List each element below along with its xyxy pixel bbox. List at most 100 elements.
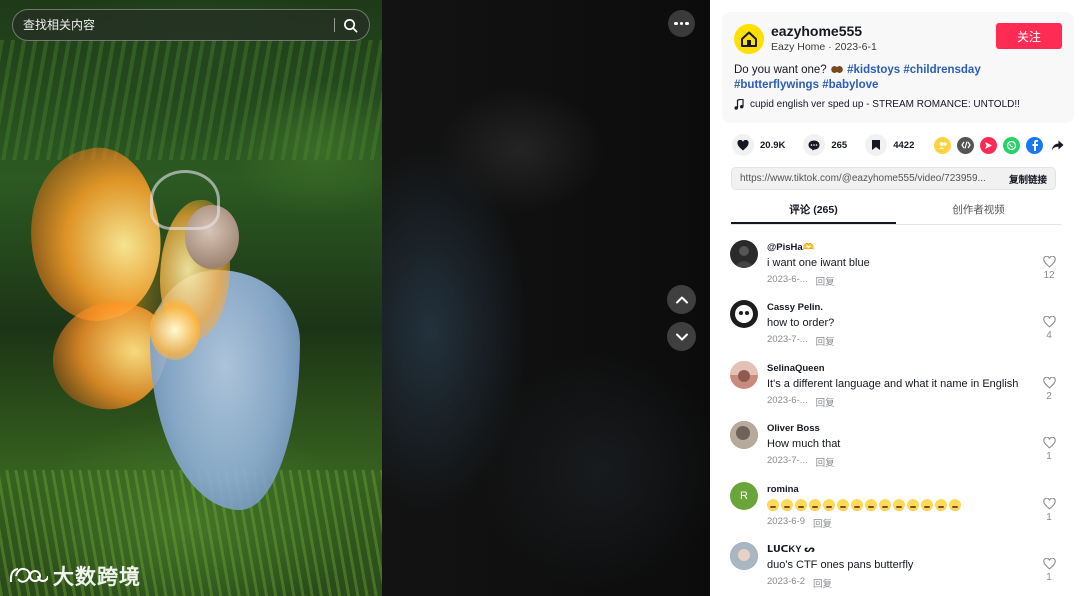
detail-panel: eazyhome555 Eazy Home · 2023-6-1 关注 Do y… — [710, 0, 1080, 596]
comment-like-button[interactable]: 4 — [1038, 316, 1060, 341]
grass-decoration — [0, 40, 382, 160]
comment-username[interactable]: romina — [767, 484, 1060, 495]
comment-like-button[interactable]: 12 — [1038, 256, 1060, 281]
author-username[interactable]: eazyhome555 — [771, 22, 996, 40]
comment-date: 2023-7-... — [767, 455, 808, 467]
avatar[interactable] — [730, 541, 758, 570]
comment-icon — [803, 134, 826, 156]
emoji-icon — [809, 498, 821, 511]
panel-tabs: 评论 (265) 创作者视频 — [731, 198, 1061, 225]
emoji-icon — [865, 498, 877, 511]
emoji-icon — [907, 498, 919, 511]
comment-text: duo's CTF ones pans butterfly — [767, 558, 914, 571]
comment-body: Cassy Pelin. how to order? 2023-7-... 回复 — [767, 300, 1060, 360]
friends-share-icon[interactable] — [934, 136, 951, 154]
emoji-icon — [851, 498, 863, 511]
comment-like-button[interactable]: 2 — [1038, 376, 1060, 402]
comment-meta: 2023-6-... 回复 — [767, 274, 1060, 288]
comment-username[interactable]: @PisHa🫶 — [767, 242, 1060, 253]
comment-username[interactable]: Oliver Boss — [767, 423, 1060, 434]
comment-username[interactable]: Cassy Pelin. — [767, 302, 1060, 313]
previous-video-button[interactable] — [667, 285, 696, 314]
comment-text: How much that — [767, 438, 841, 451]
bookmark-icon — [865, 134, 888, 156]
video-player[interactable] — [0, 0, 382, 596]
butterfly-emoji-icon — [830, 65, 843, 74]
comment-item: SelinaQueen It's a different language an… — [730, 360, 1060, 421]
hashtag[interactable]: #butterflywings — [734, 79, 819, 91]
music-note-icon — [734, 99, 744, 110]
comment-like-count: 1 — [1046, 571, 1052, 583]
comment-date: 2023-6-9 — [767, 515, 806, 527]
comment-like-button[interactable]: 1 — [1038, 437, 1060, 462]
reply-button[interactable]: 回复 — [816, 395, 835, 409]
comment-count: 265 — [831, 139, 848, 151]
post-date: 2023-6-1 — [834, 41, 877, 53]
whatsapp-icon[interactable] — [1003, 136, 1020, 154]
video-link-url[interactable]: https://www.tiktok.com/@eazyhome555/vide… — [740, 173, 1001, 184]
dot-icon — [674, 21, 678, 26]
tab-creator-videos[interactable]: 创作者视频 — [896, 198, 1061, 224]
video-info-card: eazyhome555 Eazy Home · 2023-6-1 关注 Do y… — [722, 12, 1074, 123]
facebook-icon[interactable] — [1026, 136, 1043, 154]
avatar[interactable]: R — [730, 481, 758, 510]
more-options-button[interactable] — [668, 10, 695, 37]
emoji-icon — [795, 498, 807, 511]
search-icon[interactable] — [341, 16, 359, 34]
emoji-row — [767, 498, 961, 511]
search-divider — [334, 18, 335, 32]
comment-text: how to order? — [767, 317, 835, 330]
save-count: 4422 — [893, 139, 915, 151]
hashtag[interactable]: #kidstoys — [847, 64, 900, 76]
hashtag[interactable]: #childrensday — [903, 64, 980, 76]
like-button[interactable]: 20.9K — [732, 134, 785, 156]
comment-body: Oliver Boss How much that 2023-7-... 回复 — [767, 421, 1060, 481]
emoji-icon — [893, 498, 905, 511]
music-row[interactable]: cupid english ver sped up - STREAM ROMAN… — [734, 99, 1062, 110]
follow-button[interactable]: 关注 — [996, 23, 1062, 49]
embed-icon[interactable] — [957, 136, 974, 154]
author-avatar[interactable] — [734, 24, 764, 54]
emoji-icon — [949, 498, 961, 511]
emoji-icon — [935, 498, 947, 511]
actions-row: 20.9K 265 4422 — [732, 134, 1066, 156]
reply-button[interactable]: 回复 — [813, 576, 832, 590]
reply-button[interactable]: 回复 — [816, 455, 835, 469]
comment-like-count: 2 — [1046, 390, 1052, 402]
reply-button[interactable]: 回复 — [813, 516, 832, 530]
comment-username[interactable]: ᒪᑌᑕKY ᔕ — [767, 544, 1060, 555]
avatar[interactable] — [730, 360, 758, 389]
heart-outline-icon — [1042, 557, 1056, 570]
copy-link-button[interactable]: 复制链接 — [1009, 172, 1047, 186]
comment-username[interactable]: SelinaQueen — [767, 363, 1060, 374]
reply-button[interactable]: 回复 — [816, 334, 835, 348]
tab-comments[interactable]: 评论 (265) — [731, 198, 896, 224]
comment-item: @PisHa🫶 i want one iwant blue 2023-6-...… — [730, 240, 1060, 300]
send-icon[interactable] — [980, 136, 997, 154]
avatar[interactable] — [730, 240, 758, 268]
comment-like-count: 1 — [1046, 451, 1052, 463]
search-input[interactable] — [23, 18, 328, 32]
reply-button[interactable]: 回复 — [816, 274, 835, 288]
forward-arrow-icon[interactable] — [1049, 137, 1066, 154]
avatar-letter: R — [740, 489, 748, 502]
separator: · — [828, 41, 832, 53]
heart-icon — [732, 134, 754, 156]
comment-like-count: 12 — [1043, 270, 1055, 281]
comment-like-button[interactable]: 1 — [1038, 557, 1060, 583]
comment-button[interactable]: 265 — [803, 134, 847, 156]
share-icons — [934, 136, 1066, 154]
next-video-button[interactable] — [667, 322, 696, 351]
emoji-icon — [879, 498, 891, 511]
author-row: eazyhome555 Eazy Home · 2023-6-1 关注 — [734, 22, 1062, 54]
heart-outline-icon — [1042, 256, 1056, 268]
comment-meta: 2023-6-2 回复 — [767, 576, 1060, 590]
avatar[interactable] — [730, 300, 758, 329]
avatar[interactable] — [730, 421, 758, 450]
chevron-down-icon — [675, 333, 688, 340]
save-button[interactable]: 4422 — [865, 134, 914, 156]
hashtag[interactable]: #babylove — [822, 79, 878, 91]
emoji-icon — [767, 498, 779, 511]
comment-like-button[interactable]: 1 — [1038, 497, 1060, 523]
watermark-logo-icon — [9, 567, 48, 583]
